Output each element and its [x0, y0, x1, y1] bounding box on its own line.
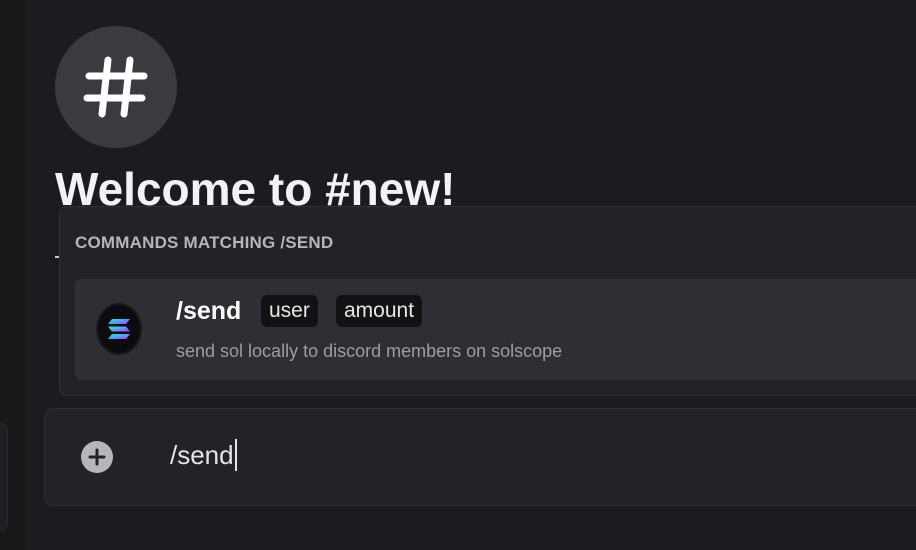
message-input[interactable]: /send — [170, 439, 237, 471]
autocomplete-header: COMMANDS MATCHING /SEND — [75, 233, 334, 252]
command-option-send[interactable]: /send user amount send sol locally to di… — [75, 279, 916, 380]
plus-circle-icon — [88, 448, 106, 466]
solana-logo-icon — [98, 305, 140, 353]
command-name: /send — [176, 297, 242, 325]
discord-app: Welcome to #new! COMMANDS MATCHING /SEND — [0, 0, 916, 550]
server-sidebar-edge — [0, 0, 26, 550]
attach-plus-button[interactable] — [81, 441, 113, 473]
hashtag-icon — [55, 26, 177, 148]
param-chip-amount: amount — [336, 295, 423, 327]
command-description: send sol locally to discord members on s… — [176, 341, 563, 361]
message-input-bar[interactable]: /send — [44, 408, 916, 506]
message-input-value: /send — [170, 439, 234, 470]
param-chip-user: user — [261, 295, 318, 327]
command-autocomplete-popup: COMMANDS MATCHING /SEND /send user amoun… — [59, 206, 916, 396]
sidebar-panel-edge — [0, 423, 8, 531]
text-caret — [234, 439, 237, 471]
